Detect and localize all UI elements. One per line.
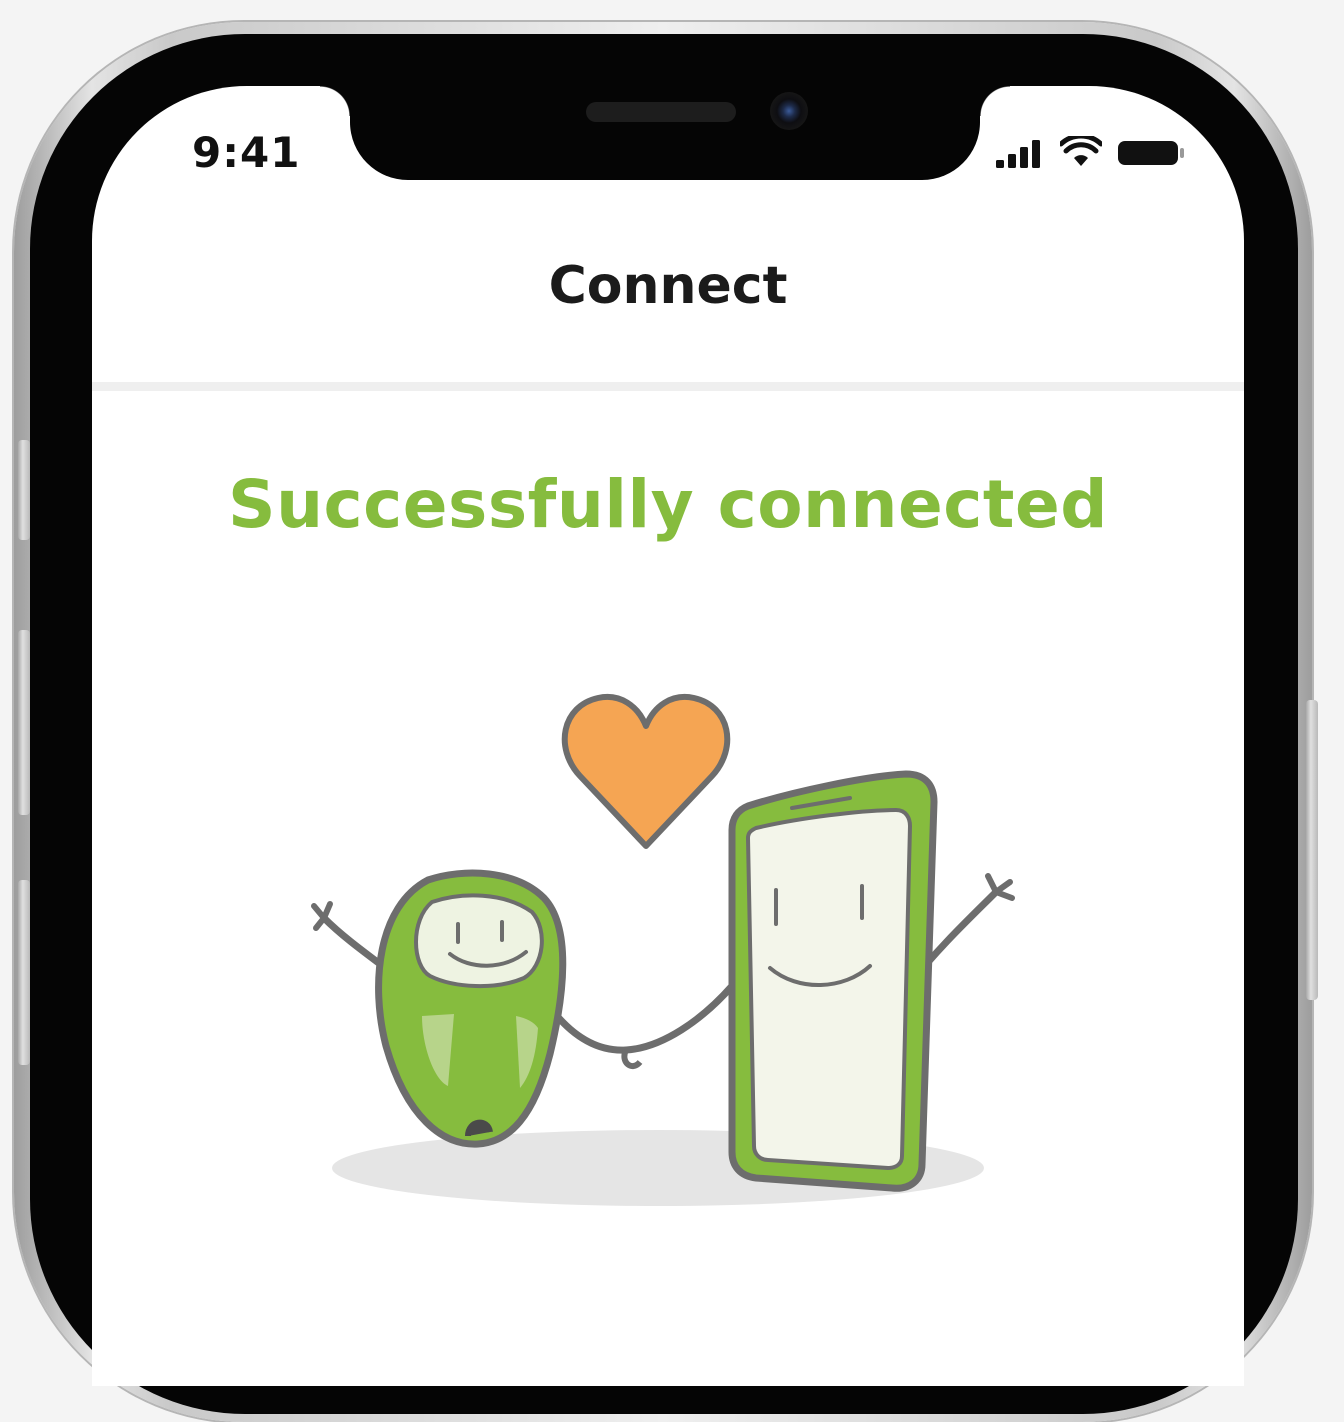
power-button <box>1306 700 1318 1000</box>
volume-up-button <box>18 630 30 815</box>
heart-icon <box>561 693 731 849</box>
phone-screen: 9:41 Connect Successfully connected <box>92 86 1244 1386</box>
ringer-switch <box>18 440 30 540</box>
connected-illustration <box>311 693 1015 1206</box>
left-device-character <box>375 869 567 1148</box>
right-phone-character <box>728 770 938 1192</box>
volume-down-button <box>18 880 30 1065</box>
